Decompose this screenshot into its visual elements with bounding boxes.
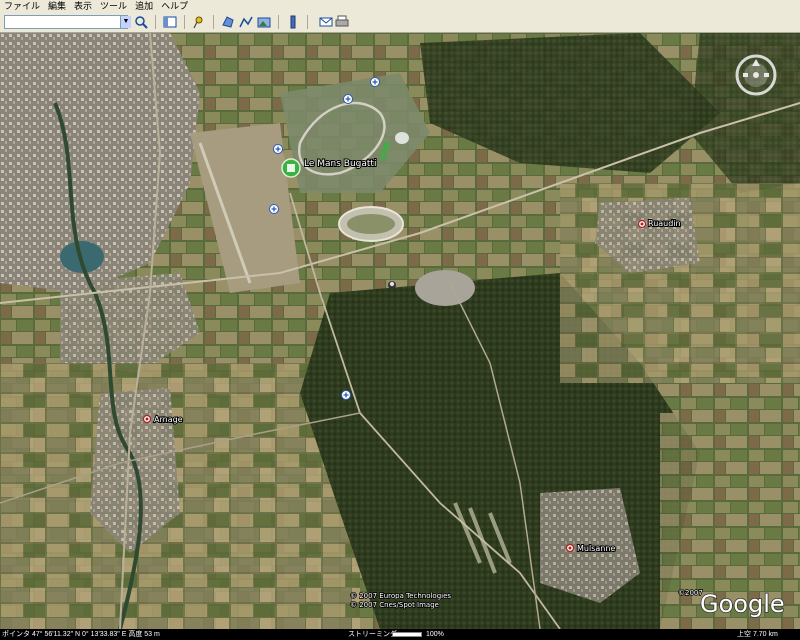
menu-file[interactable]: ファイル (0, 1, 44, 11)
streaming-progress-bar (392, 632, 422, 637)
map-marker-icon[interactable] (269, 204, 279, 214)
toolbar-separator (213, 15, 214, 29)
toolbar-separator (307, 15, 308, 29)
toolbar-separator (155, 15, 156, 29)
ruler-icon (290, 15, 296, 29)
pushpin-icon (193, 16, 203, 29)
menu-edit[interactable]: 編集 (44, 1, 70, 11)
map-view[interactable]: Le Mans Bugatti Ruaudin Arnage Mulsanne … (0, 33, 800, 629)
status-bar: ポインタ 47° 56'11.32" N 0° 13'33.83" E 高度 5… (0, 629, 800, 640)
satellite-imagery: Le Mans Bugatti Ruaudin Arnage Mulsanne … (0, 33, 800, 629)
place-marker-icon[interactable] (637, 219, 647, 229)
search-input[interactable] (4, 15, 128, 29)
print-button[interactable] (334, 14, 350, 30)
path-icon (239, 16, 253, 28)
map-marker-icon[interactable] (273, 144, 283, 154)
search-dropdown-button[interactable]: ▼ (120, 16, 131, 28)
toolbar-separator (184, 15, 185, 29)
menu-add[interactable]: 追加 (131, 1, 157, 11)
search-button[interactable] (133, 14, 149, 30)
map-marker-icon[interactable] (343, 94, 353, 104)
email-icon (319, 17, 333, 27)
polygon-button[interactable] (220, 14, 236, 30)
ruler-button[interactable] (285, 14, 301, 30)
building-icon (388, 281, 396, 289)
place-label-ruaudin[interactable]: Ruaudin (647, 218, 682, 229)
image-overlay-icon (257, 17, 271, 28)
menu-help[interactable]: ヘルプ (157, 1, 192, 11)
poi-marker-icon[interactable] (281, 158, 301, 178)
path-button[interactable] (238, 14, 254, 30)
toolbar-separator (278, 15, 279, 29)
stadium-icon (395, 132, 409, 144)
copyright-line-1: © 2007 Europa Technologies (350, 592, 451, 600)
toolbar: ▼ (0, 12, 800, 33)
place-marker-icon[interactable] (142, 414, 152, 424)
place-label-mulsanne[interactable]: Mulsanne (576, 543, 616, 554)
streaming-label: ストリーミング (348, 631, 397, 638)
menu-view[interactable]: 表示 (70, 1, 96, 11)
google-logo: Google (700, 590, 785, 618)
streaming-percent: 100% (426, 631, 444, 638)
view-altitude: 上空 7.70 km (737, 631, 778, 638)
sidebar-toggle-button[interactable] (162, 14, 178, 30)
email-button[interactable] (318, 14, 334, 30)
magnifier-icon (135, 16, 148, 29)
polygon-icon (222, 16, 234, 28)
place-label-arnage[interactable]: Arnage (153, 414, 184, 425)
poi-label-le-mans-bugatti[interactable]: Le Mans Bugatti (303, 158, 377, 170)
placemark-button[interactable] (191, 14, 207, 30)
sidebar-icon (163, 16, 177, 28)
map-marker-icon[interactable] (341, 390, 351, 400)
place-marker-icon[interactable] (565, 543, 575, 553)
streaming-progress-fill (393, 633, 421, 636)
printer-icon (335, 15, 349, 27)
image-overlay-button[interactable] (256, 14, 272, 30)
pointer-readout: ポインタ 47° 56'11.32" N 0° 13'33.83" E 高度 5… (2, 631, 160, 638)
copyright-line-2: © 2007 Cnes/Spot Image (350, 601, 439, 609)
menu-tools[interactable]: ツール (96, 1, 131, 11)
map-marker-icon[interactable] (370, 77, 380, 87)
